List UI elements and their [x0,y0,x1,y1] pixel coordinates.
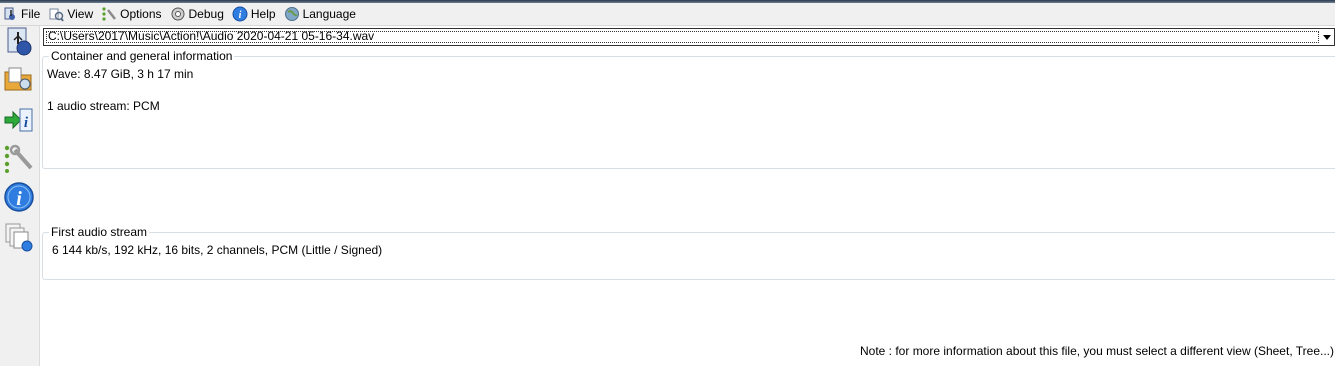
open-folder-button[interactable] [2,64,36,98]
audio-stream-group: First audio stream 6 144 kb/s, 192 kHz, … [42,225,1335,280]
open-folder-icon [3,64,35,99]
menu-debug[interactable]: Debug [168,4,228,25]
general-info-group: Container and general information Wave: … [42,49,1335,169]
menu-bar: File View Options Debug i Help Language [0,3,1335,26]
debug-icon [170,6,186,22]
web-update-icon [3,221,35,256]
file-selector[interactable]: C:\Users\2017\Music\Action!\Audio 2020-0… [43,28,1335,46]
audio-stream-details: 6 144 kb/s, 192 kHz, 16 bits, 2 channels… [52,243,383,257]
view-hint-note: Note : for more information about this f… [860,344,1334,358]
menu-options[interactable]: Options [99,4,165,25]
preferences-icon [3,142,35,177]
open-file-icon [4,26,34,61]
open-file-button[interactable] [2,26,36,60]
web-update-button[interactable] [2,221,36,255]
language-icon [284,6,300,22]
file-icon [2,6,18,22]
export-info-button[interactable]: i [2,104,36,138]
options-icon [101,6,117,22]
menu-help[interactable]: i Help [230,4,280,25]
preferences-button[interactable] [2,142,36,176]
general-info-streams: 1 audio stream: PCM [47,99,160,113]
menu-language[interactable]: Language [282,4,360,25]
general-info-format: Wave: 8.47 GiB, 3 h 17 min [47,67,194,81]
chevron-down-icon[interactable] [1320,29,1334,45]
export-info-icon: i [3,105,35,138]
menu-view[interactable]: View [46,4,97,25]
help-icon: i [232,6,248,22]
left-toolbar: i i [0,26,40,366]
general-info-title: Container and general information [49,49,235,63]
svg-text:i: i [238,10,241,21]
about-icon: i [3,181,35,216]
audio-stream-title: First audio stream [49,225,150,239]
view-icon [48,6,65,22]
about-button[interactable]: i [2,181,36,215]
menu-file[interactable]: File [0,4,44,25]
file-selector-value: C:\Users\2017\Music\Action!\Audio 2020-0… [45,30,1320,44]
svg-text:i: i [16,188,22,210]
